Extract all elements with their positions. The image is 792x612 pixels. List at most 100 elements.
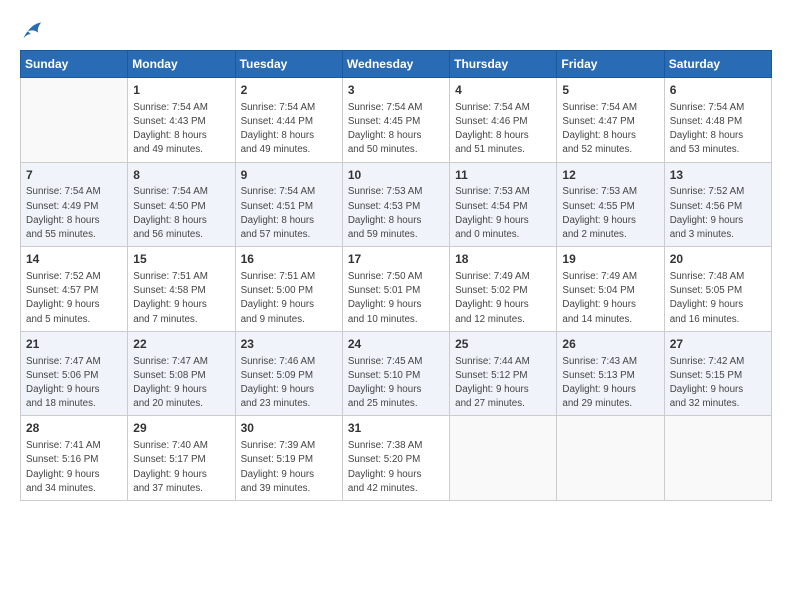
cell-info: Sunrise: 7:49 AM Sunset: 5:04 PM Dayligh…	[562, 270, 658, 327]
calendar-cell: 13Sunrise: 7:52 AM Sunset: 4:56 PM Dayli…	[664, 162, 771, 247]
calendar-cell: 25 Sunrise: 7:44 AM Sunset: 5:12 PM Dayli…	[450, 331, 557, 416]
calendar-cell: 15 Sunrise: 7:51 AM Sunset: 4:58 PM Dayli…	[128, 247, 235, 332]
header	[20, 18, 772, 40]
cell-info: Sunrise: 7:39 AM Sunset: 5:19 PM Dayligh…	[241, 439, 337, 496]
cell-info: Sunrise: 7:49 AM Sunset: 5:02 PM Dayligh…	[455, 270, 551, 327]
day-number: 4	[455, 82, 551, 99]
logo-bird-icon	[22, 18, 44, 40]
logo	[20, 18, 44, 40]
cell-info: Sunrise: 7:43 AM Sunset: 5:13 PM Dayligh…	[562, 355, 658, 412]
day-number: 27	[670, 336, 766, 353]
calendar-cell: 26 Sunrise: 7:43 AM Sunset: 5:13 PM Dayli…	[557, 331, 664, 416]
calendar-header: SundayMondayTuesdayWednesdayThursdayFrid…	[21, 51, 772, 78]
cell-info: Sunrise: 7:54 AM Sunset: 4:43 PM Dayligh…	[133, 101, 229, 158]
calendar-cell: 24 Sunrise: 7:45 AM Sunset: 5:10 PM Dayli…	[342, 331, 449, 416]
cell-info: Sunrise: 7:52 AM Sunset: 4:57 PM Dayligh…	[26, 270, 122, 327]
calendar-body: 1 Sunrise: 7:54 AM Sunset: 4:43 PM Daylig…	[21, 78, 772, 501]
calendar-cell: 2 Sunrise: 7:54 AM Sunset: 4:44 PM Daylig…	[235, 78, 342, 163]
page: SundayMondayTuesdayWednesdayThursdayFrid…	[0, 0, 792, 612]
day-number: 21	[26, 336, 122, 353]
day-number: 13	[670, 167, 766, 184]
cell-info: Sunrise: 7:51 AM Sunset: 4:58 PM Dayligh…	[133, 270, 229, 327]
day-number: 16	[241, 251, 337, 268]
calendar-cell	[21, 78, 128, 163]
day-number: 12	[562, 167, 658, 184]
day-number: 26	[562, 336, 658, 353]
day-number: 8	[133, 167, 229, 184]
calendar-cell: 3 Sunrise: 7:54 AM Sunset: 4:45 PM Daylig…	[342, 78, 449, 163]
day-number: 1	[133, 82, 229, 99]
calendar-cell	[450, 416, 557, 501]
calendar-cell: 30Sunrise: 7:39 AM Sunset: 5:19 PM Dayli…	[235, 416, 342, 501]
header-day-thursday: Thursday	[450, 51, 557, 78]
day-number: 7	[26, 167, 122, 184]
header-day-sunday: Sunday	[21, 51, 128, 78]
cell-info: Sunrise: 7:44 AM Sunset: 5:12 PM Dayligh…	[455, 355, 551, 412]
week-row-2: 7Sunrise: 7:54 AM Sunset: 4:49 PM Daylig…	[21, 162, 772, 247]
week-row-5: 28Sunrise: 7:41 AM Sunset: 5:16 PM Dayli…	[21, 416, 772, 501]
calendar-cell: 21 Sunrise: 7:47 AM Sunset: 5:06 PM Dayli…	[21, 331, 128, 416]
header-day-saturday: Saturday	[664, 51, 771, 78]
header-day-monday: Monday	[128, 51, 235, 78]
day-number: 22	[133, 336, 229, 353]
day-number: 11	[455, 167, 551, 184]
cell-info: Sunrise: 7:54 AM Sunset: 4:51 PM Dayligh…	[241, 185, 337, 242]
cell-info: Sunrise: 7:53 AM Sunset: 4:55 PM Dayligh…	[562, 185, 658, 242]
calendar-cell: 16 Sunrise: 7:51 AM Sunset: 5:00 PM Dayli…	[235, 247, 342, 332]
calendar-cell: 17 Sunrise: 7:50 AM Sunset: 5:01 PM Dayli…	[342, 247, 449, 332]
week-row-4: 21 Sunrise: 7:47 AM Sunset: 5:06 PM Dayli…	[21, 331, 772, 416]
day-number: 18	[455, 251, 551, 268]
header-row: SundayMondayTuesdayWednesdayThursdayFrid…	[21, 51, 772, 78]
cell-info: Sunrise: 7:54 AM Sunset: 4:49 PM Dayligh…	[26, 185, 122, 242]
cell-info: Sunrise: 7:40 AM Sunset: 5:17 PM Dayligh…	[133, 439, 229, 496]
cell-info: Sunrise: 7:53 AM Sunset: 4:54 PM Dayligh…	[455, 185, 551, 242]
day-number: 15	[133, 251, 229, 268]
cell-info: Sunrise: 7:47 AM Sunset: 5:06 PM Dayligh…	[26, 355, 122, 412]
calendar-cell: 11Sunrise: 7:53 AM Sunset: 4:54 PM Dayli…	[450, 162, 557, 247]
day-number: 29	[133, 420, 229, 437]
calendar-cell: 5Sunrise: 7:54 AM Sunset: 4:47 PM Daylig…	[557, 78, 664, 163]
cell-info: Sunrise: 7:54 AM Sunset: 4:44 PM Dayligh…	[241, 101, 337, 158]
cell-info: Sunrise: 7:54 AM Sunset: 4:48 PM Dayligh…	[670, 101, 766, 158]
day-number: 28	[26, 420, 122, 437]
calendar-cell: 31Sunrise: 7:38 AM Sunset: 5:20 PM Dayli…	[342, 416, 449, 501]
day-number: 14	[26, 251, 122, 268]
calendar-cell: 22Sunrise: 7:47 AM Sunset: 5:08 PM Dayli…	[128, 331, 235, 416]
calendar-cell: 8Sunrise: 7:54 AM Sunset: 4:50 PM Daylig…	[128, 162, 235, 247]
day-number: 2	[241, 82, 337, 99]
calendar-cell: 28Sunrise: 7:41 AM Sunset: 5:16 PM Dayli…	[21, 416, 128, 501]
cell-info: Sunrise: 7:48 AM Sunset: 5:05 PM Dayligh…	[670, 270, 766, 327]
cell-info: Sunrise: 7:54 AM Sunset: 4:45 PM Dayligh…	[348, 101, 444, 158]
calendar-cell	[557, 416, 664, 501]
day-number: 5	[562, 82, 658, 99]
cell-info: Sunrise: 7:54 AM Sunset: 4:50 PM Dayligh…	[133, 185, 229, 242]
calendar-cell: 9Sunrise: 7:54 AM Sunset: 4:51 PM Daylig…	[235, 162, 342, 247]
calendar-cell: 27 Sunrise: 7:42 AM Sunset: 5:15 PM Dayli…	[664, 331, 771, 416]
day-number: 23	[241, 336, 337, 353]
header-day-tuesday: Tuesday	[235, 51, 342, 78]
cell-info: Sunrise: 7:52 AM Sunset: 4:56 PM Dayligh…	[670, 185, 766, 242]
cell-info: Sunrise: 7:45 AM Sunset: 5:10 PM Dayligh…	[348, 355, 444, 412]
calendar-cell: 6Sunrise: 7:54 AM Sunset: 4:48 PM Daylig…	[664, 78, 771, 163]
day-number: 17	[348, 251, 444, 268]
calendar-cell: 18 Sunrise: 7:49 AM Sunset: 5:02 PM Dayli…	[450, 247, 557, 332]
day-number: 9	[241, 167, 337, 184]
calendar-cell: 20 Sunrise: 7:48 AM Sunset: 5:05 PM Dayli…	[664, 247, 771, 332]
day-number: 25	[455, 336, 551, 353]
calendar-cell: 1 Sunrise: 7:54 AM Sunset: 4:43 PM Daylig…	[128, 78, 235, 163]
cell-info: Sunrise: 7:46 AM Sunset: 5:09 PM Dayligh…	[241, 355, 337, 412]
calendar-cell: 23 Sunrise: 7:46 AM Sunset: 5:09 PM Dayli…	[235, 331, 342, 416]
calendar-cell: 10Sunrise: 7:53 AM Sunset: 4:53 PM Dayli…	[342, 162, 449, 247]
week-row-3: 14 Sunrise: 7:52 AM Sunset: 4:57 PM Dayli…	[21, 247, 772, 332]
calendar-cell: 12Sunrise: 7:53 AM Sunset: 4:55 PM Dayli…	[557, 162, 664, 247]
calendar-cell: 19Sunrise: 7:49 AM Sunset: 5:04 PM Dayli…	[557, 247, 664, 332]
day-number: 3	[348, 82, 444, 99]
week-row-1: 1 Sunrise: 7:54 AM Sunset: 4:43 PM Daylig…	[21, 78, 772, 163]
calendar-cell	[664, 416, 771, 501]
day-number: 24	[348, 336, 444, 353]
cell-info: Sunrise: 7:50 AM Sunset: 5:01 PM Dayligh…	[348, 270, 444, 327]
cell-info: Sunrise: 7:42 AM Sunset: 5:15 PM Dayligh…	[670, 355, 766, 412]
day-number: 20	[670, 251, 766, 268]
cell-info: Sunrise: 7:38 AM Sunset: 5:20 PM Dayligh…	[348, 439, 444, 496]
cell-info: Sunrise: 7:51 AM Sunset: 5:00 PM Dayligh…	[241, 270, 337, 327]
